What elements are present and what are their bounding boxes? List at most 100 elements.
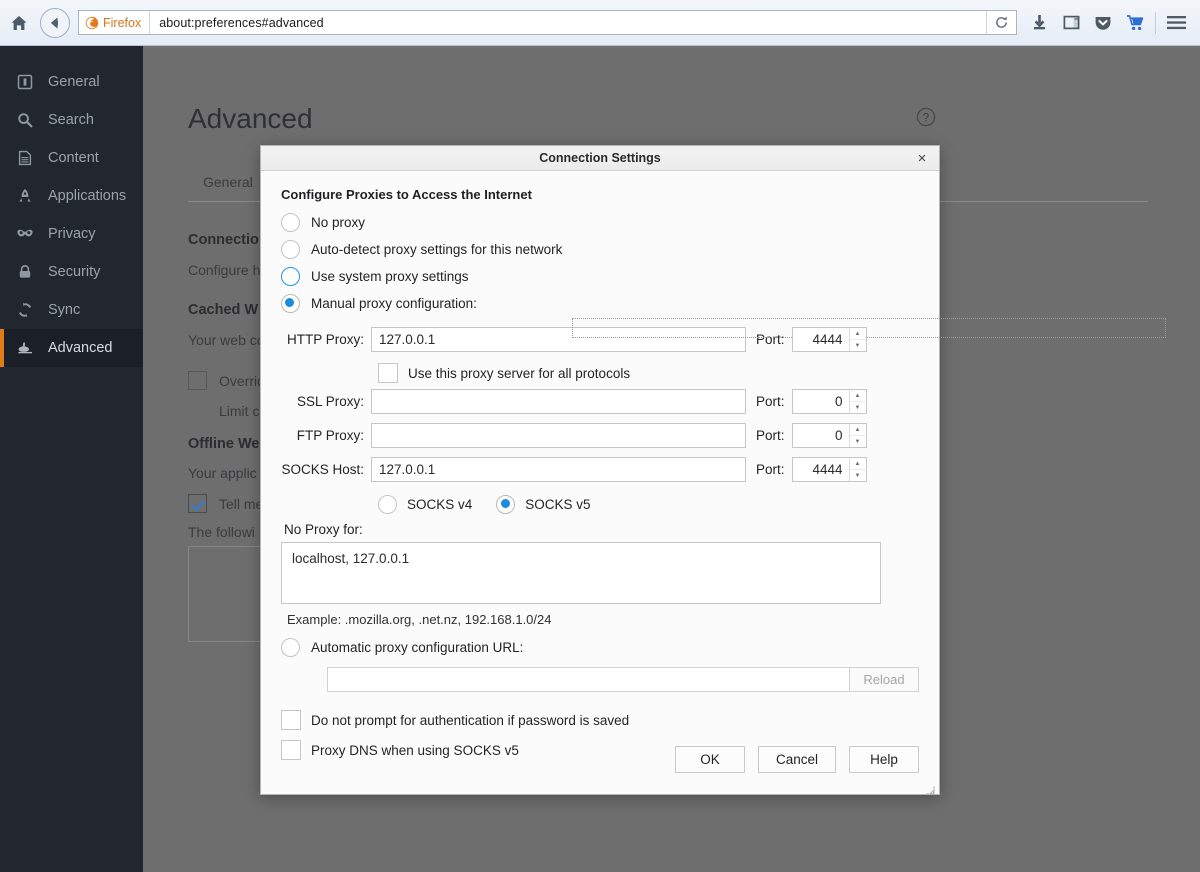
site-identity[interactable]: Firefox bbox=[79, 11, 150, 34]
sidebar-item-general[interactable]: General bbox=[0, 63, 143, 101]
http-proxy-label: HTTP Proxy: bbox=[281, 332, 371, 347]
stepper-arrows[interactable]: ▲▼ bbox=[849, 390, 866, 413]
all-protocols-checkbox[interactable] bbox=[378, 363, 398, 383]
no-auth-prompt-label: Do not prompt for authentication if pass… bbox=[311, 713, 629, 728]
firefox-logo-icon bbox=[85, 16, 99, 30]
menu-icon[interactable] bbox=[1160, 0, 1192, 46]
home-icon[interactable] bbox=[0, 0, 38, 46]
toolbar-divider bbox=[1155, 12, 1156, 34]
socks-port-stepper[interactable]: 4444 ▲▼ bbox=[792, 457, 867, 482]
sidebar-item-security[interactable]: Security bbox=[0, 253, 143, 291]
stepper-up-icon: ▲ bbox=[850, 390, 866, 402]
socks-version-row: SOCKS v4 SOCKS v5 bbox=[378, 490, 919, 518]
help-circle-icon[interactable]: ? bbox=[916, 107, 936, 132]
connection-description: Configure h bbox=[188, 262, 260, 278]
stepper-arrows[interactable]: ▲▼ bbox=[849, 424, 866, 447]
dialog-titlebar: Connection Settings × bbox=[261, 146, 939, 171]
no-auth-prompt-checkbox[interactable] bbox=[281, 710, 301, 730]
no-auth-prompt-row[interactable]: Do not prompt for authentication if pass… bbox=[281, 706, 919, 734]
tell-me-checkbox[interactable] bbox=[188, 494, 207, 513]
radio-indicator bbox=[281, 267, 300, 286]
pac-reload-button[interactable]: Reload bbox=[850, 667, 919, 692]
radio-system-proxy[interactable]: Use system proxy settings bbox=[281, 263, 919, 290]
applications-icon bbox=[16, 187, 34, 205]
sidebar-item-advanced[interactable]: Advanced bbox=[0, 329, 143, 367]
proxy-dns-label: Proxy DNS when using SOCKS v5 bbox=[311, 743, 519, 758]
ssl-proxy-input[interactable] bbox=[371, 389, 746, 414]
ftp-port-label: Port: bbox=[746, 428, 792, 443]
svg-text:?: ? bbox=[923, 112, 929, 124]
socks-v4-label: SOCKS v4 bbox=[407, 497, 472, 512]
radio-socks-v5[interactable] bbox=[496, 495, 515, 514]
socks-host-label: SOCKS Host: bbox=[281, 462, 371, 477]
sidebar-icon[interactable] bbox=[1055, 0, 1087, 46]
ssl-proxy-label: SSL Proxy: bbox=[281, 394, 371, 409]
radio-label: Manual proxy configuration: bbox=[311, 296, 477, 311]
proxy-dns-checkbox[interactable] bbox=[281, 740, 301, 760]
sidebar-item-label: Security bbox=[48, 264, 100, 280]
pocket-icon[interactable] bbox=[1087, 0, 1119, 46]
offline-description: Your applic bbox=[188, 465, 257, 481]
all-protocols-label: Use this proxy server for all protocols bbox=[408, 366, 630, 381]
resize-grip-icon[interactable] bbox=[925, 782, 935, 792]
tab-general[interactable]: General bbox=[203, 174, 253, 190]
sidebar-item-search[interactable]: Search bbox=[0, 101, 143, 139]
radio-socks-v4[interactable] bbox=[378, 495, 397, 514]
socks-host-row: SOCKS Host: 127.0.0.1 Port: 4444 ▲▼ bbox=[281, 455, 919, 484]
ssl-port-stepper[interactable]: 0 ▲▼ bbox=[792, 389, 867, 414]
radio-pac-url[interactable]: Automatic proxy configuration URL: bbox=[281, 634, 919, 661]
ssl-port-value[interactable]: 0 bbox=[793, 394, 849, 409]
stepper-arrows[interactable]: ▲▼ bbox=[849, 458, 866, 481]
pac-url-input[interactable] bbox=[327, 667, 850, 692]
section-heading: Configure Proxies to Access the Internet bbox=[281, 187, 919, 202]
socks-port-value[interactable]: 4444 bbox=[793, 462, 849, 477]
sidebar-item-privacy[interactable]: Privacy bbox=[0, 215, 143, 253]
stepper-down-icon: ▼ bbox=[850, 470, 866, 481]
reload-icon[interactable] bbox=[986, 11, 1016, 34]
help-button[interactable]: Help bbox=[849, 746, 919, 773]
radio-auto-detect[interactable]: Auto-detect proxy settings for this netw… bbox=[281, 236, 919, 263]
url-bar[interactable]: Firefox about:preferences#advanced bbox=[78, 10, 1017, 35]
cart-icon[interactable] bbox=[1119, 0, 1151, 46]
no-proxy-label: No Proxy for: bbox=[284, 522, 919, 537]
ftp-port-value[interactable]: 0 bbox=[793, 428, 849, 443]
close-icon[interactable]: × bbox=[911, 146, 933, 171]
stepper-up-icon: ▲ bbox=[850, 458, 866, 470]
stepper-down-icon: ▼ bbox=[850, 402, 866, 413]
ftp-port-stepper[interactable]: 0 ▲▼ bbox=[792, 423, 867, 448]
ftp-proxy-input[interactable] bbox=[371, 423, 746, 448]
general-icon bbox=[16, 73, 34, 91]
cached-heading: Cached W bbox=[188, 302, 258, 318]
url-text[interactable]: about:preferences#advanced bbox=[150, 16, 324, 30]
ok-button[interactable]: OK bbox=[675, 746, 745, 773]
stepper-down-icon: ▼ bbox=[850, 340, 866, 351]
ssl-port-label: Port: bbox=[746, 394, 792, 409]
radio-no-proxy[interactable]: No proxy bbox=[281, 209, 919, 236]
http-port-stepper[interactable]: 4444 ▲▼ bbox=[792, 327, 867, 352]
connection-settings-dialog: Connection Settings × Configure Proxies … bbox=[260, 145, 940, 795]
sidebar-item-label: Privacy bbox=[48, 226, 96, 242]
socks-host-input[interactable]: 127.0.0.1 bbox=[371, 457, 746, 482]
socks-port-label: Port: bbox=[746, 462, 792, 477]
radio-manual-proxy[interactable]: Manual proxy configuration: bbox=[281, 290, 919, 317]
back-button[interactable] bbox=[40, 8, 70, 38]
cancel-button[interactable]: Cancel bbox=[758, 746, 836, 773]
download-icon[interactable] bbox=[1023, 0, 1055, 46]
sidebar-item-label: Advanced bbox=[48, 340, 113, 356]
sidebar-item-label: Search bbox=[48, 112, 94, 128]
stepper-up-icon: ▲ bbox=[850, 328, 866, 340]
radio-label: Auto-detect proxy settings for this netw… bbox=[311, 242, 562, 257]
offline-heading: Offline We bbox=[188, 436, 259, 452]
override-cache-checkbox[interactable] bbox=[188, 371, 207, 390]
all-protocols-row[interactable]: Use this proxy server for all protocols bbox=[378, 359, 919, 387]
stepper-arrows[interactable]: ▲▼ bbox=[849, 328, 866, 351]
sidebar-item-content[interactable]: Content bbox=[0, 139, 143, 177]
sidebar-item-applications[interactable]: Applications bbox=[0, 177, 143, 215]
ftp-proxy-row: FTP Proxy: Port: 0 ▲▼ bbox=[281, 421, 919, 450]
dialog-title: Connection Settings bbox=[539, 151, 661, 165]
http-port-value[interactable]: 4444 bbox=[793, 332, 849, 347]
radio-indicator bbox=[281, 240, 300, 259]
sidebar-item-sync[interactable]: Sync bbox=[0, 291, 143, 329]
override-cache-label: Overrid bbox=[219, 373, 265, 389]
no-proxy-textarea[interactable]: localhost, 127.0.0.1 bbox=[281, 542, 881, 604]
